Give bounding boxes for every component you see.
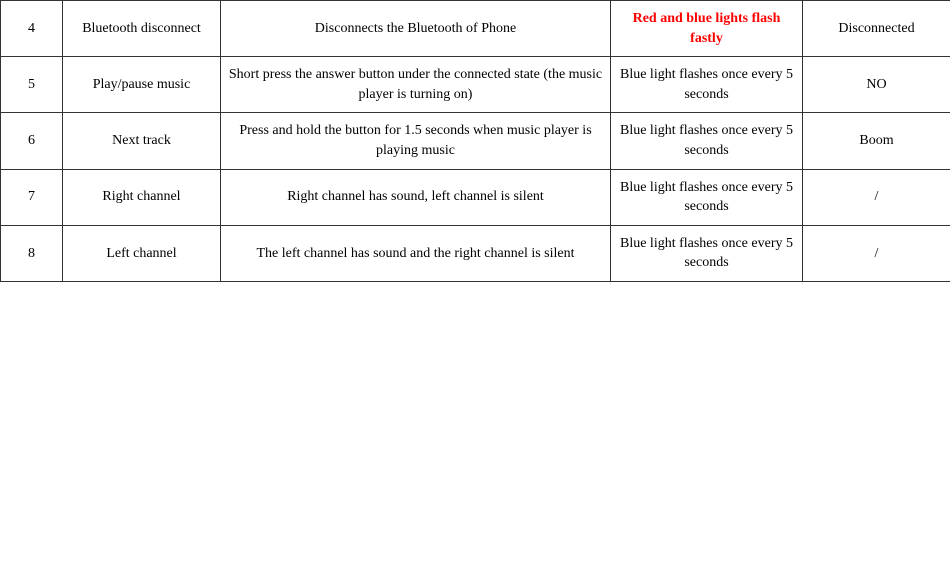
row-description: The left channel has sound and the right… bbox=[221, 225, 611, 281]
row-indicator: Blue light flashes once every 5 seconds bbox=[611, 57, 803, 113]
row-name: Bluetooth disconnect bbox=[63, 1, 221, 57]
row-result: / bbox=[803, 225, 950, 281]
row-description: Disconnects the Bluetooth of Phone bbox=[221, 1, 611, 57]
row-description: Short press the answer button under the … bbox=[221, 57, 611, 113]
main-table: 4Bluetooth disconnectDisconnects the Blu… bbox=[0, 0, 950, 282]
row-indicator: Red and blue lights flash fastly bbox=[611, 1, 803, 57]
row-description: Press and hold the button for 1.5 second… bbox=[221, 113, 611, 169]
row-num: 4 bbox=[1, 1, 63, 57]
row-name: Play/pause music bbox=[63, 57, 221, 113]
row-indicator: Blue light flashes once every 5 seconds bbox=[611, 113, 803, 169]
row-description: Right channel has sound, left channel is… bbox=[221, 169, 611, 225]
row-result: Boom bbox=[803, 113, 950, 169]
row-name: Right channel bbox=[63, 169, 221, 225]
row-result: NO bbox=[803, 57, 950, 113]
row-num: 5 bbox=[1, 57, 63, 113]
row-num: 8 bbox=[1, 225, 63, 281]
row-indicator: Blue light flashes once every 5 seconds bbox=[611, 225, 803, 281]
row-num: 6 bbox=[1, 113, 63, 169]
row-result: Disconnected bbox=[803, 1, 950, 57]
row-num: 7 bbox=[1, 169, 63, 225]
row-indicator: Blue light flashes once every 5 seconds bbox=[611, 169, 803, 225]
row-name: Next track bbox=[63, 113, 221, 169]
row-name: Left channel bbox=[63, 225, 221, 281]
row-result: / bbox=[803, 169, 950, 225]
